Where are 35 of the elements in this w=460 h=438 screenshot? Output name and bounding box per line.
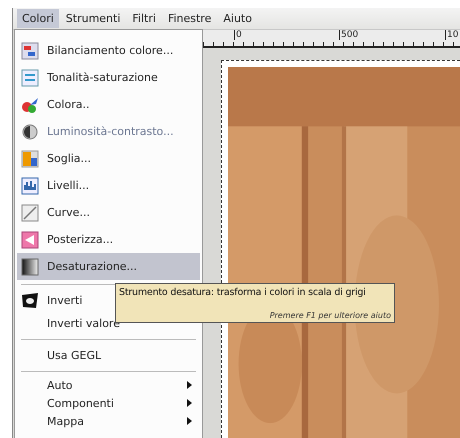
menu-item[interactable]: Desaturazione... <box>17 253 200 280</box>
menu-item[interactable]: Posterizza... <box>17 226 200 253</box>
menu-title[interactable]: Filtri <box>127 9 161 28</box>
paint-icon <box>21 96 39 114</box>
ruler-label: 500 <box>339 30 358 40</box>
submenu-arrow-icon <box>187 417 192 425</box>
menu-item[interactable]: Curve... <box>17 199 200 226</box>
submenu-arrow-icon <box>187 399 192 407</box>
menu-title[interactable]: Colori <box>17 9 59 28</box>
menu-item[interactable]: Soglia... <box>17 145 200 172</box>
menu-item[interactable]: Bilanciamento colore... <box>17 37 200 64</box>
menu-title[interactable]: Aiuto <box>218 9 257 28</box>
menu-item[interactable]: Usa GEGL <box>17 344 200 367</box>
menu-item[interactable]: Tonalità-saturazione <box>17 64 200 91</box>
histogram-icon <box>21 176 39 194</box>
threshold-icon <box>21 150 39 168</box>
gradient-icon <box>21 258 39 276</box>
posterize-icon <box>21 230 39 248</box>
curve-icon <box>21 204 39 222</box>
invert-icon <box>21 292 39 310</box>
ruler-label: 0 <box>234 30 242 40</box>
ruler-label: 10 <box>445 30 458 40</box>
menu-item[interactable]: Componenti <box>17 394 200 412</box>
submenu-arrow-icon <box>187 381 192 389</box>
sliders-icon <box>21 68 39 86</box>
menu-item[interactable]: Livelli... <box>17 172 200 199</box>
contrast-icon <box>21 122 39 140</box>
menu-item[interactable]: Colora.. <box>17 91 200 118</box>
menu-item[interactable]: Mappa <box>17 412 200 430</box>
menu-item[interactable]: Auto <box>17 376 200 394</box>
tooltip-text: Strumento desatura: trasforma i colori in scala di grigi <box>119 286 366 299</box>
tooltip-hint: Premere F1 per ulteriore aiuto <box>270 311 391 320</box>
sliders-icon <box>21 42 39 60</box>
menu-title[interactable]: Finestre <box>162 9 216 28</box>
menu-title[interactable]: Strumenti <box>60 9 126 28</box>
